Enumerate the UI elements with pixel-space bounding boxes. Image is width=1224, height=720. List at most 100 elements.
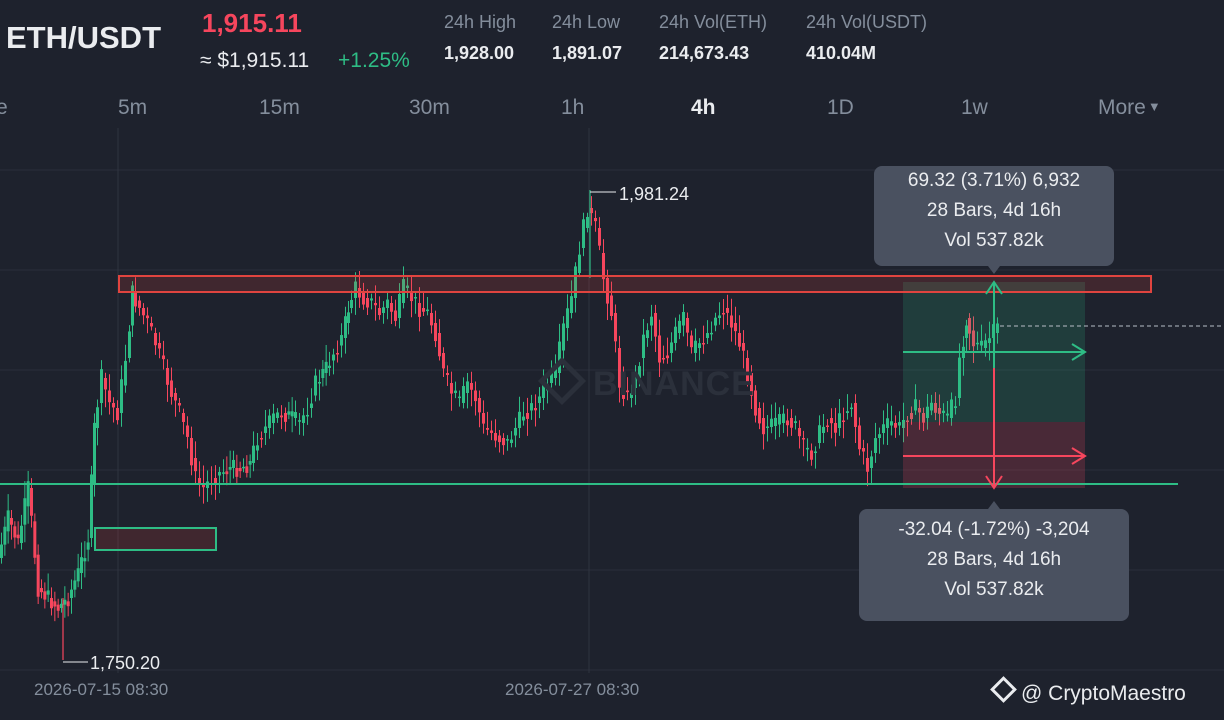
bullish-candle [770, 418, 773, 427]
bullish-candle [530, 403, 533, 411]
bullish-candle [794, 421, 797, 423]
author-name: @ CryptoMaestro [1021, 682, 1186, 705]
bullish-candle [462, 386, 465, 403]
bullish-candle [344, 316, 347, 338]
bearish-candle [40, 588, 43, 593]
bullish-candle [93, 422, 96, 483]
tab-interval-30m[interactable]: 30m [409, 96, 450, 120]
author-credit: @ CryptoMaestro [990, 676, 1186, 706]
bearish-candle [50, 598, 53, 609]
bullish-candle [814, 451, 817, 454]
tab-interval-4h[interactable]: 4h [691, 96, 716, 120]
bearish-candle [336, 353, 339, 355]
tab-interval-time[interactable]: e [0, 96, 8, 120]
bearish-candle [182, 413, 185, 422]
bearish-candle [422, 308, 425, 312]
stat-24h-high: 24h High 1,928.00 [444, 12, 516, 64]
bearish-candle [534, 408, 537, 411]
bullish-candle [454, 390, 457, 393]
bullish-candle [562, 323, 565, 351]
bullish-candle [83, 558, 87, 562]
bullish-candle [310, 403, 313, 408]
bearish-candle [854, 403, 857, 427]
tab-interval-5m[interactable]: 5m [118, 96, 147, 120]
bearish-candle [734, 323, 737, 332]
trading-pair[interactable]: ETH/USDT [6, 20, 161, 56]
bullish-candle [287, 411, 291, 415]
bullish-candle [318, 382, 321, 384]
low-price-label: 1,750.20 [90, 653, 160, 673]
bullish-candle [670, 342, 673, 353]
bullish-candle [80, 557, 83, 573]
bearish-candle [225, 471, 229, 475]
bearish-candle [450, 383, 453, 394]
bullish-candle [818, 425, 821, 443]
bearish-candle [104, 378, 107, 390]
bullish-candle [100, 369, 103, 403]
demand-zone [94, 527, 217, 551]
bullish-candle [218, 471, 221, 476]
bearish-candle [790, 418, 793, 428]
high-price-label: 1,981.24 [619, 184, 689, 204]
tab-interval-1h[interactable]: 1h [561, 96, 584, 120]
bearish-candle [235, 468, 239, 477]
bullish-candle [242, 466, 245, 469]
bearish-candle [726, 308, 729, 313]
bullish-candle [514, 427, 517, 436]
stat-24h-vol-usdt: 24h Vol(USDT) 410.04M [806, 12, 927, 64]
tab-interval-1w[interactable]: 1w [961, 96, 988, 120]
bearish-candle [245, 466, 249, 473]
bearish-candle [614, 313, 617, 342]
bearish-candle [116, 408, 119, 421]
stat-value: 1,928.00 [444, 43, 515, 63]
bearish-candle [378, 308, 381, 316]
bearish-candle [594, 218, 597, 222]
time-axis-label: 2026-07-27 08:30 [505, 680, 639, 699]
bearish-candle [142, 308, 145, 316]
bullish-candle [706, 333, 709, 338]
candles [0, 190, 999, 660]
bearish-candle [178, 403, 181, 406]
bullish-candle [510, 439, 513, 443]
bearish-candle [798, 428, 801, 437]
more-intervals-button[interactable]: More ▼ [1098, 96, 1161, 120]
bearish-candle [474, 390, 477, 402]
bullish-candle [46, 590, 50, 595]
bullish-candle [314, 375, 317, 396]
tooltip-line: -32.04 (-1.72%) -3,204 [898, 519, 1090, 540]
bullish-candle [321, 368, 325, 378]
binance-logo-icon [537, 356, 587, 406]
tooltip-pointer [988, 501, 1000, 509]
binance-logo-icon [990, 676, 1017, 703]
bearish-candle [36, 554, 40, 597]
bearish-candle [166, 368, 169, 385]
bullish-candle [347, 312, 350, 323]
bearish-candle [390, 303, 393, 312]
tooltip-line: Vol 537.82k [944, 579, 1044, 600]
bullish-candle [128, 331, 131, 358]
bullish-candle [682, 312, 685, 326]
bearish-candle [238, 468, 242, 472]
bearish-candle [610, 295, 613, 316]
bearish-candle [842, 420, 845, 422]
bullish-candle [272, 413, 275, 423]
bullish-candle [398, 294, 401, 318]
bullish-candle [248, 461, 252, 465]
bullish-candle [538, 396, 541, 403]
stat-24h-vol-eth: 24h Vol(ETH) 214,673.43 [659, 12, 767, 64]
bullish-candle [518, 411, 521, 428]
bullish-candle [414, 297, 417, 299]
bullish-candle [710, 332, 713, 335]
tab-interval-1d[interactable]: 1D [827, 96, 854, 120]
bullish-candle [276, 412, 279, 418]
bullish-candle [874, 438, 877, 453]
bullish-candle [674, 326, 677, 343]
bearish-candle [112, 403, 115, 408]
tab-interval-15m[interactable]: 15m [259, 96, 300, 120]
bullish-candle [124, 360, 127, 386]
bullish-candle [886, 418, 889, 428]
bullish-candle [650, 316, 653, 326]
ticker-header: ETH/USDT 1,915.11 ≈ $1,915.11 +1.25% 24h… [0, 0, 1224, 84]
bearish-candle [442, 353, 445, 369]
bearish-candle [138, 300, 141, 308]
